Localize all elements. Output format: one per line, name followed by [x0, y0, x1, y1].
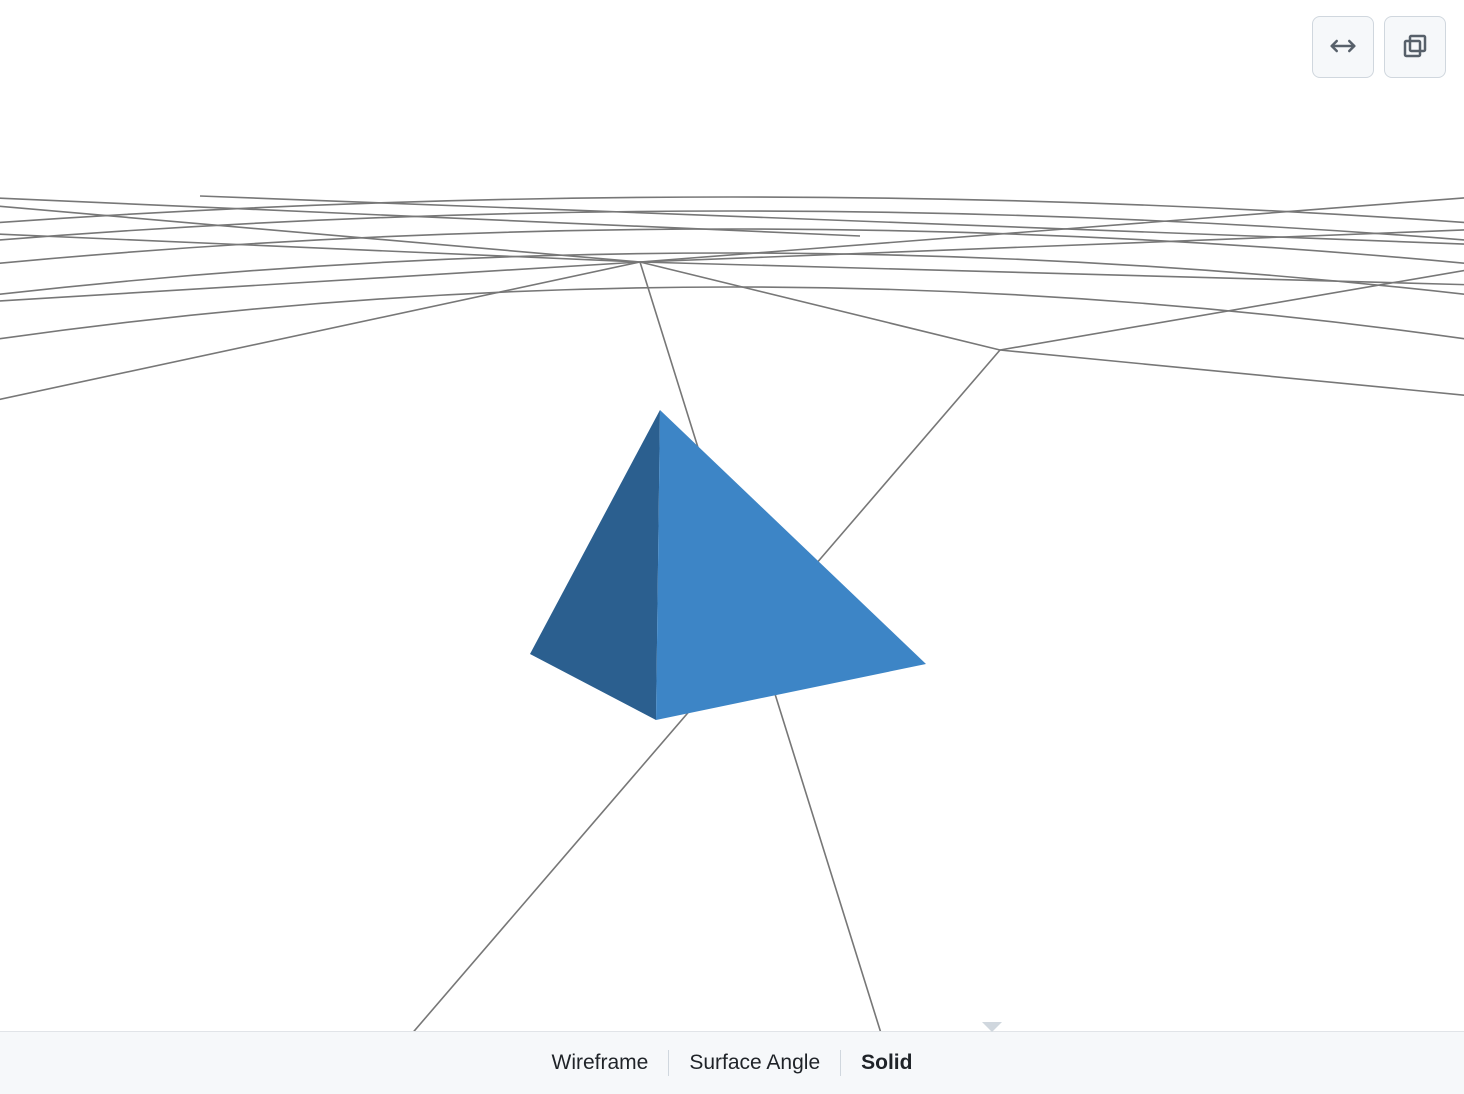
expand-horizontal-button[interactable]	[1312, 16, 1374, 78]
tetrahedron-model	[530, 410, 926, 720]
expand-horizontal-icon	[1328, 31, 1358, 64]
render-mode-group: Wireframe Surface Angle Solid	[532, 1048, 933, 1077]
render-mode-wireframe[interactable]: Wireframe	[532, 1048, 669, 1077]
render-mode-pointer-icon	[982, 1022, 1002, 1032]
popout-window-button[interactable]	[1384, 16, 1446, 78]
viewport-toolbar	[1312, 16, 1446, 78]
render-mode-solid[interactable]: Solid	[841, 1048, 932, 1077]
popout-window-icon	[1400, 31, 1430, 64]
render-mode-surface-angle[interactable]: Surface Angle	[669, 1048, 840, 1077]
model-viewport[interactable]	[0, 0, 1464, 1094]
render-mode-bar: Wireframe Surface Angle Solid	[0, 1031, 1464, 1094]
